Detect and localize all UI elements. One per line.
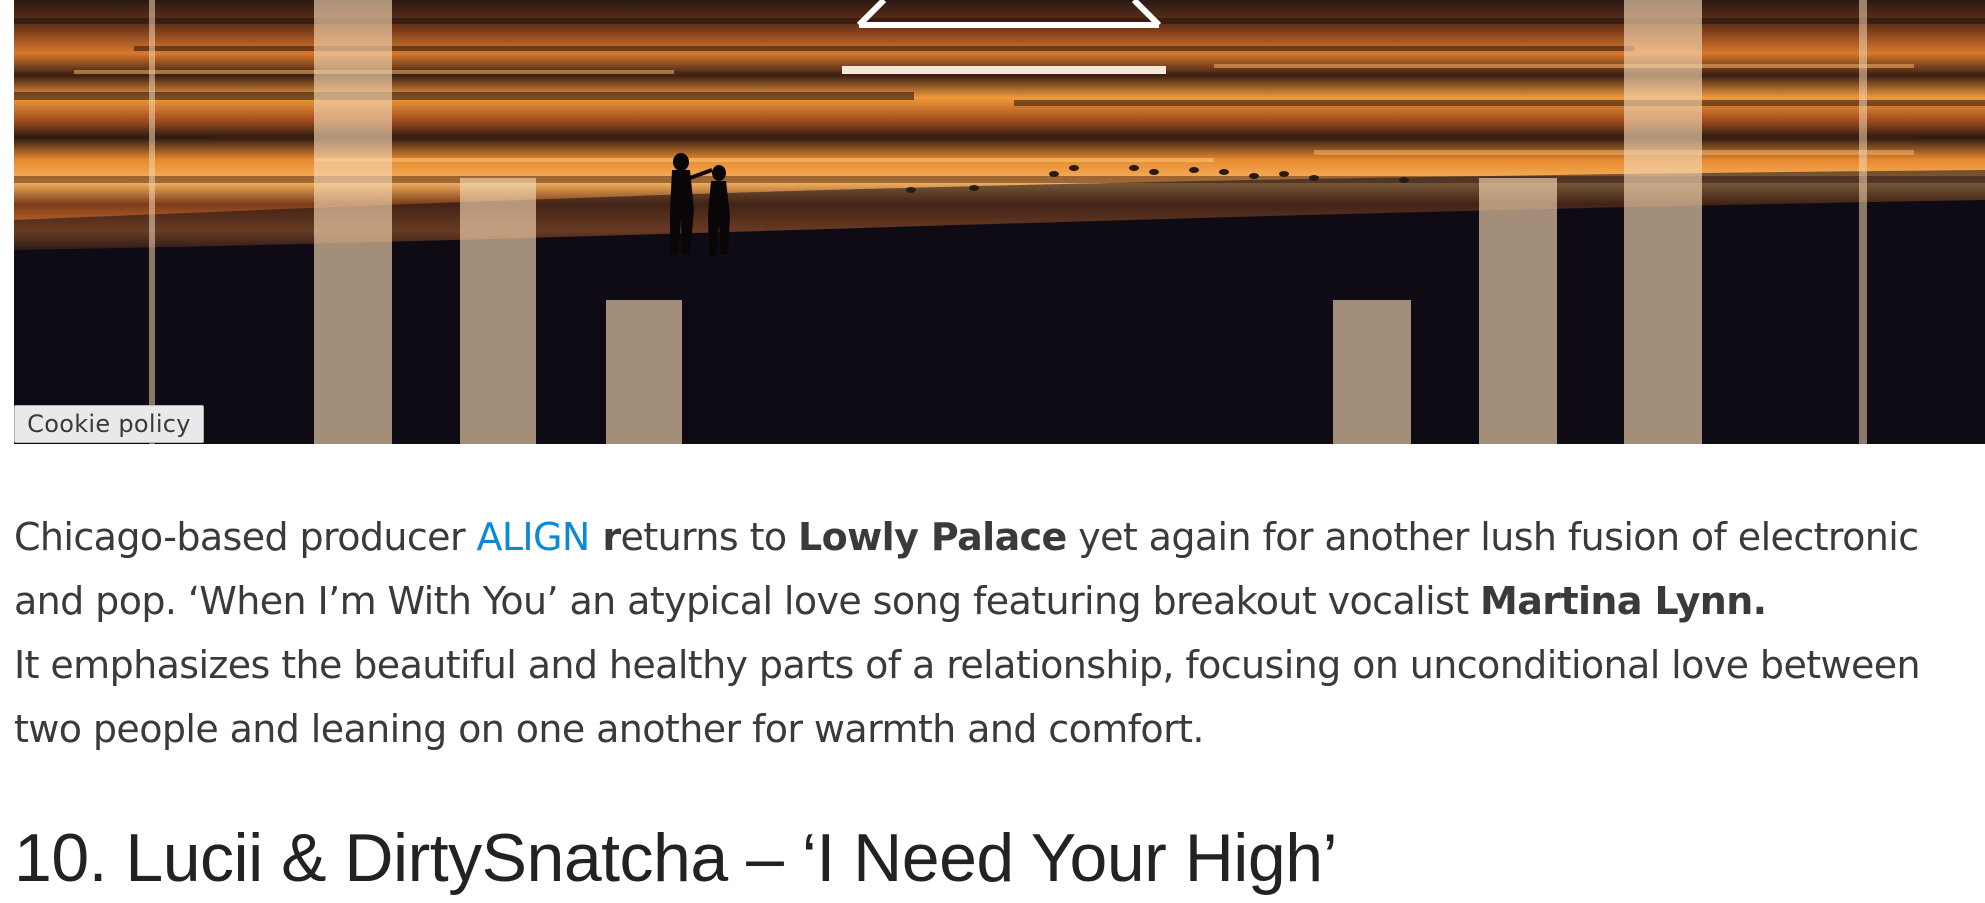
vocalist-name: Martina Lynn. <box>1480 579 1767 623</box>
article-paragraph-1: Chicago-based producer ALIGN returns to … <box>14 505 1974 633</box>
p1-bold-r: r <box>589 515 621 559</box>
label-name: Lowly Palace <box>798 515 1067 559</box>
triangle-logo <box>842 0 1166 74</box>
artist-link-align[interactable]: ALIGN <box>476 515 590 559</box>
hero-image <box>14 0 1985 444</box>
hero-artwork <box>14 0 1985 444</box>
section-heading: 10. Lucii & DirtySnatcha – ‘I Need Your … <box>14 820 1338 896</box>
p1-text-1: Chicago-based producer <box>14 515 477 559</box>
article-paragraph-2: It emphasizes the beautiful and healthy … <box>14 643 1921 751</box>
p1-text-2: eturns to <box>620 515 799 559</box>
cookie-policy-button[interactable]: Cookie policy <box>14 405 204 443</box>
article-body: Chicago-based producer ALIGN returns to … <box>14 505 1974 761</box>
